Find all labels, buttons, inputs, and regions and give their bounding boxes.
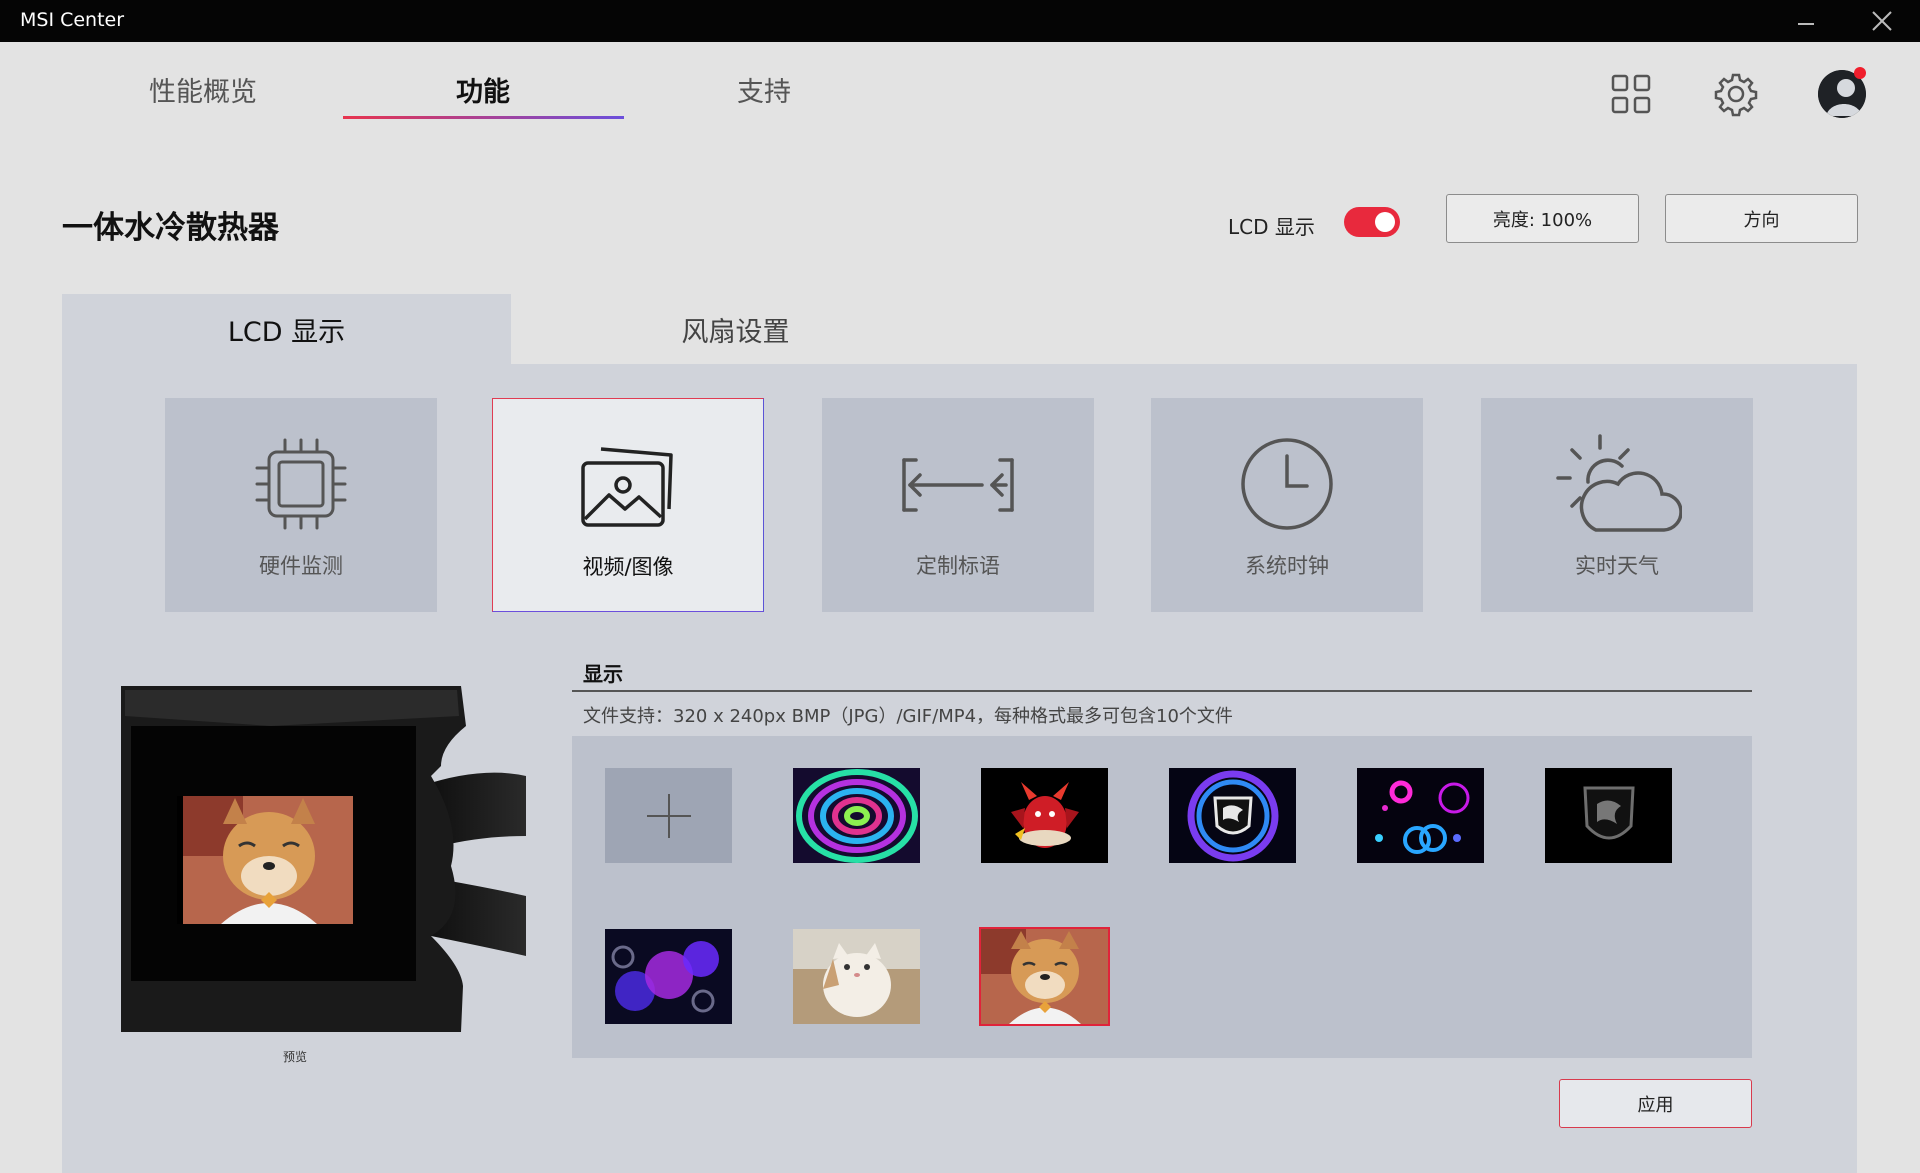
section-divider [572, 690, 1752, 692]
image-icon [581, 447, 673, 527]
lcd-toggle-label: LCD 显示 [1228, 215, 1315, 239]
feature-live-weather[interactable]: 实时天气 [1481, 398, 1753, 612]
grid-icon [1611, 74, 1651, 114]
feature-label: 系统时钟 [1245, 554, 1329, 578]
feature-label: 硬件监测 [259, 554, 343, 578]
page-title: 一体水冷散热器 [62, 210, 279, 246]
tab-performance-overview[interactable]: 性能概览 [63, 70, 343, 109]
app-title: MSI Center [20, 9, 125, 31]
tab-support[interactable]: 支持 [624, 70, 904, 109]
title-bar: MSI Center [0, 0, 1920, 42]
feature-label: 视频/图像 [582, 555, 674, 579]
plus-icon [646, 793, 691, 838]
toggle-knob [1375, 212, 1395, 232]
cpu-chip-icon [255, 438, 347, 530]
banner-arrows-icon [902, 458, 1014, 512]
thumbnail-msi-shield-logo[interactable] [1545, 768, 1672, 863]
preview-caption: 预览 [282, 1050, 307, 1064]
subtab-lcd-display[interactable]: LCD 显示 [62, 294, 511, 364]
thumbnail-neon-circles[interactable] [1357, 768, 1484, 863]
active-tab-indicator [343, 116, 624, 119]
feature-label: 实时天气 [1575, 554, 1659, 578]
subtab-fan-settings[interactable]: 风扇设置 [511, 294, 960, 364]
add-file-button[interactable] [605, 768, 732, 863]
apply-button[interactable]: 应用 [1559, 1079, 1752, 1128]
notification-badge [1854, 67, 1866, 79]
lcd-preview [121, 686, 526, 1032]
thumbnail-msi-ring-logo[interactable] [1169, 768, 1296, 863]
brightness-button[interactable]: 亮度: 100% [1446, 194, 1639, 243]
weather-icon [1556, 434, 1682, 532]
thumbnail-cat-photo[interactable] [793, 929, 920, 1024]
thumbnail-purple-bubbles[interactable] [605, 929, 732, 1024]
close-icon [1872, 11, 1892, 31]
thumbnail-shiba-dog-photo[interactable] [979, 927, 1110, 1026]
minimize-icon [1798, 23, 1814, 25]
tab-features[interactable]: 功能 [343, 70, 623, 109]
cooler-pump-illustration [121, 686, 526, 1032]
feature-video-image[interactable]: 视频/图像 [492, 398, 764, 612]
settings-button[interactable] [1712, 70, 1760, 118]
file-support-text: 文件支持：320 x 240px BMP（JPG）/GIF/MP4，每种格式最多… [583, 706, 1233, 727]
minimize-button[interactable] [1776, 0, 1836, 42]
close-window-button[interactable] [1852, 0, 1912, 42]
thumbnail-red-dragon[interactable] [981, 768, 1108, 863]
feature-label: 定制标语 [916, 554, 1000, 578]
clock-icon [1241, 438, 1333, 530]
direction-button[interactable]: 方向 [1665, 194, 1858, 243]
gear-icon [1714, 73, 1758, 117]
feature-custom-banner[interactable]: 定制标语 [822, 398, 1094, 612]
shiba-dog-preview [183, 796, 353, 924]
apps-grid-button[interactable] [1607, 70, 1655, 118]
feature-hardware-monitor[interactable]: 硬件监测 [165, 398, 437, 612]
display-section-title: 显示 [583, 662, 623, 686]
thumbnail-neon-swirl[interactable] [793, 768, 920, 863]
feature-system-clock[interactable]: 系统时钟 [1151, 398, 1423, 612]
lcd-display-toggle[interactable] [1344, 207, 1400, 237]
